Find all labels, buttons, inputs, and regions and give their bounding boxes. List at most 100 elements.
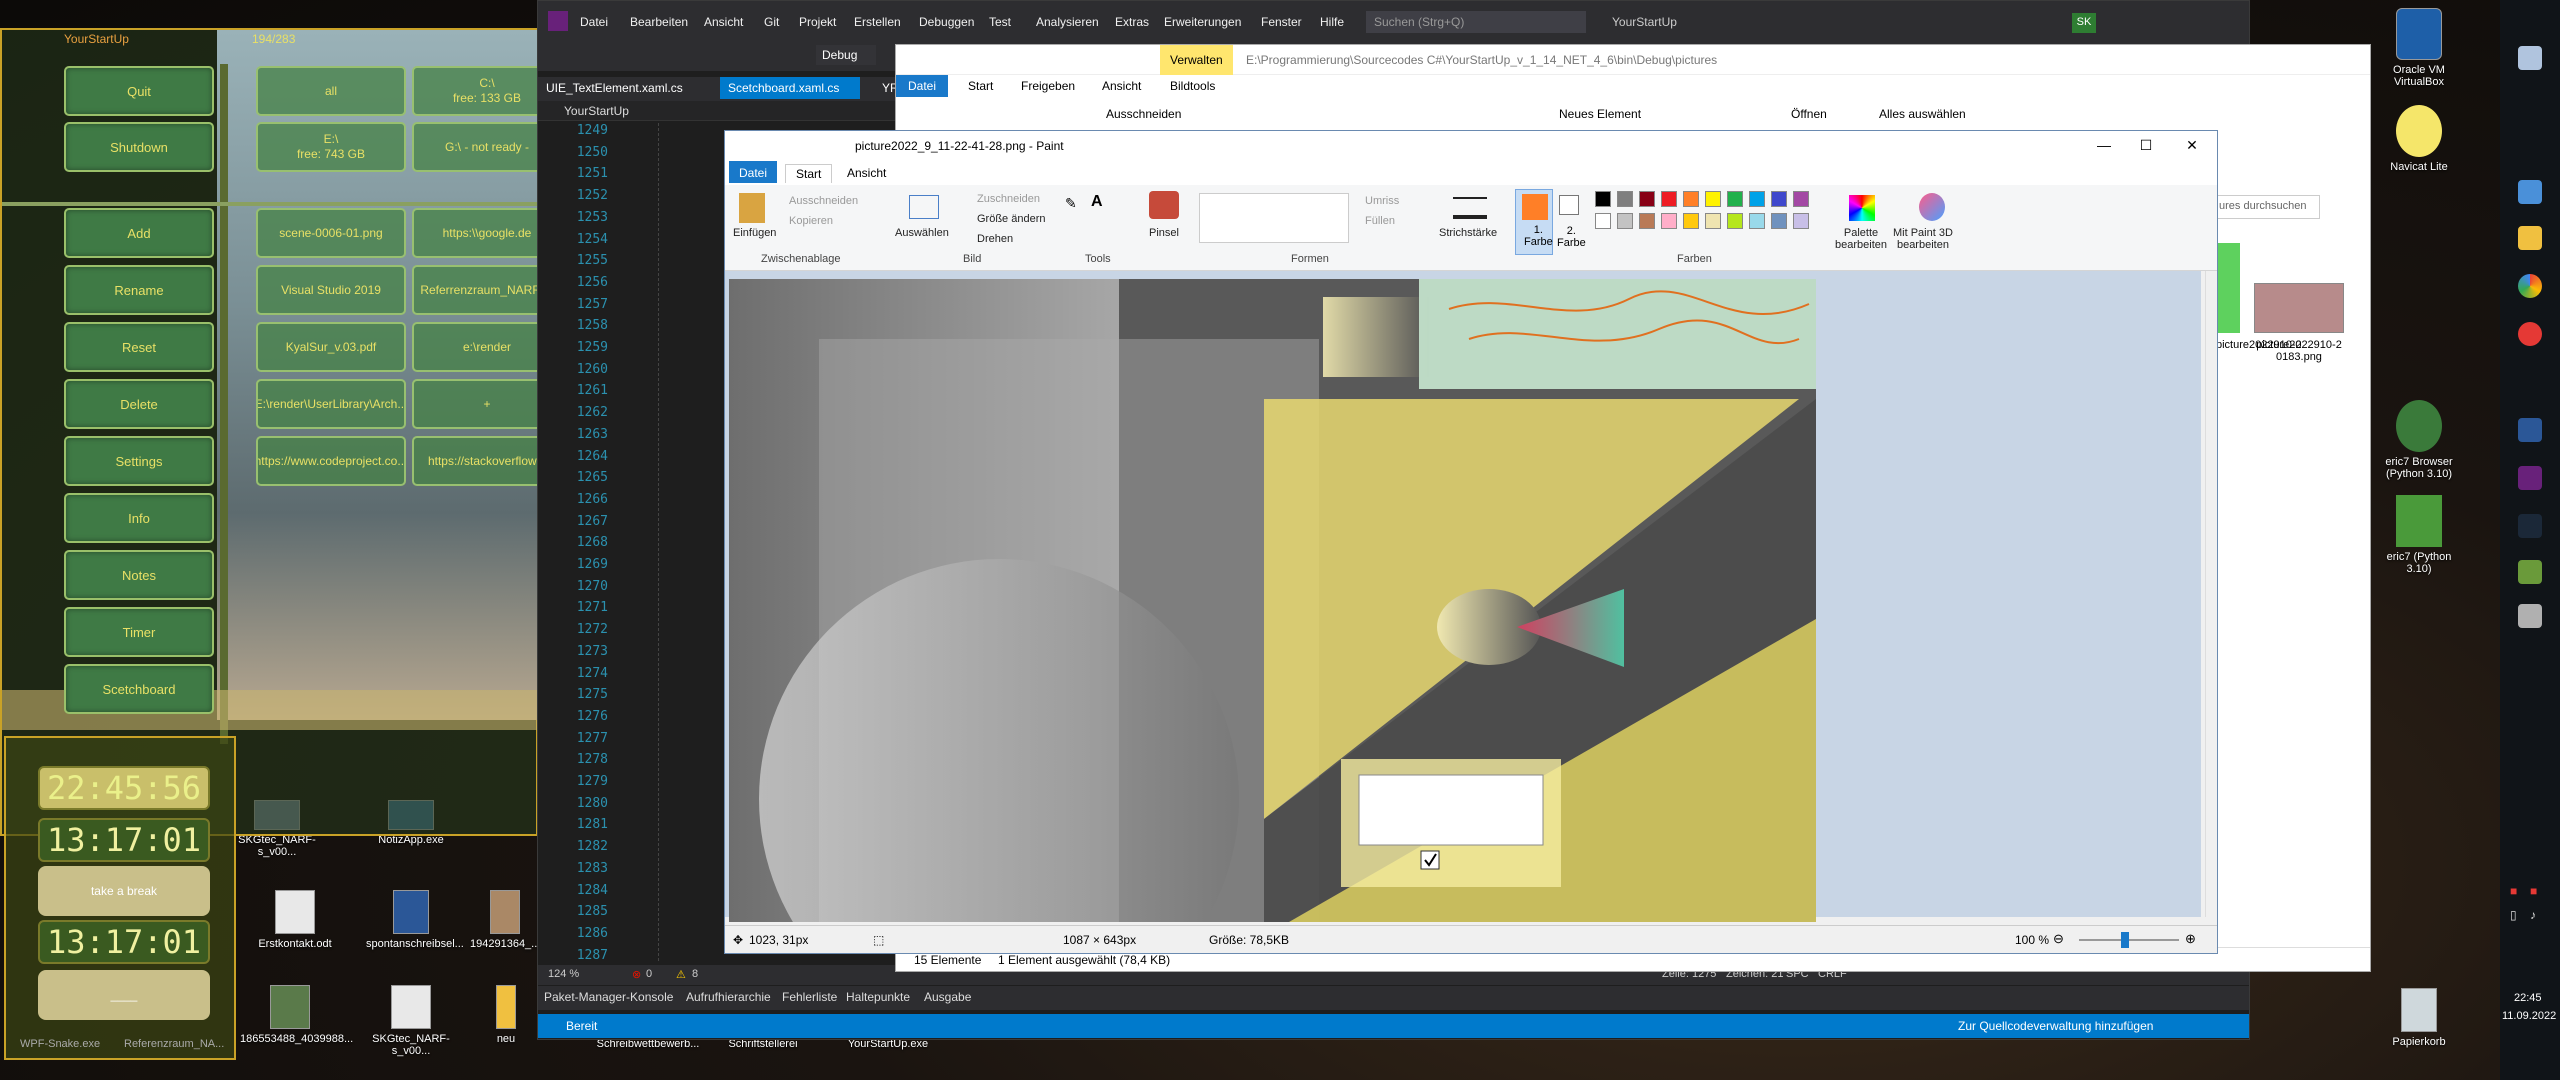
system-tray[interactable]: ■ ■ ▯ ♪ [2508, 880, 2554, 980]
reset-button[interactable]: Reset [64, 322, 214, 372]
desktop-icon-eric-browser[interactable]: eric7 Browser (Python 3.10) [2374, 400, 2464, 480]
palette-swatch[interactable] [1595, 213, 1611, 229]
taskbar-chrome-icon[interactable] [2518, 274, 2542, 298]
tray-volume-icon[interactable]: ♪ [2530, 908, 2536, 922]
color2-swatch[interactable] [1559, 195, 1579, 215]
palette-swatch[interactable] [1771, 213, 1787, 229]
notes-button[interactable]: Notes [64, 550, 214, 600]
take-a-break-button[interactable]: take a break [38, 866, 210, 916]
zoom-slider-thumb[interactable] [2121, 932, 2129, 948]
shortcut-visual-studio[interactable]: Visual Studio 2019 [256, 265, 406, 315]
taskbar-date[interactable]: 11.09.2022 [2502, 1010, 2556, 1022]
text-tool-icon[interactable]: A [1091, 193, 1103, 211]
explorer-context-tab[interactable]: Verwalten [1160, 45, 1233, 75]
desktop-icon-skgtec-2[interactable]: SKGtec_NARF-s_v00... [366, 985, 456, 1057]
taskbar-paint-icon[interactable] [2518, 604, 2542, 628]
source-control-button[interactable]: Zur Quellcodeverwaltung hinzufügen [1958, 1019, 2153, 1033]
palette-swatch[interactable] [1771, 191, 1787, 207]
shortcut-scene-png[interactable]: scene-0006-01.png [256, 208, 406, 258]
taskbar-opera-icon[interactable] [2518, 322, 2542, 346]
desktop-icon-neu[interactable]: neu [486, 985, 526, 1045]
explorer-tab-freigeben[interactable]: Freigeben [1021, 79, 1075, 93]
shortcut-kyalsur-pdf[interactable]: KyalSur_v.03.pdf [256, 322, 406, 372]
palette-swatch[interactable] [1661, 213, 1677, 229]
taskbar-folder-icon[interactable] [2518, 226, 2542, 250]
palette-swatch[interactable] [1617, 191, 1633, 207]
palette-swatch[interactable] [1639, 213, 1655, 229]
fill-button[interactable]: Füllen [1365, 215, 1395, 227]
tab-breakpoints[interactable]: Haltepunkte [846, 990, 910, 1004]
wpf-snake-label[interactable]: WPF-Snake.exe [20, 1038, 100, 1050]
tab-call-hierarchy[interactable]: Aufrufhierarchie [686, 990, 771, 1004]
select-button[interactable]: Auswählen [895, 227, 949, 239]
zoom-level[interactable]: 124 % [548, 968, 579, 980]
palette-swatch[interactable] [1749, 213, 1765, 229]
menu-hilfe[interactable]: Hilfe [1320, 15, 1344, 29]
tab-package-manager[interactable]: Paket-Manager-Konsole [544, 990, 673, 1004]
cut-button[interactable]: Ausschneiden [789, 195, 858, 207]
crop-button[interactable]: Zuschneiden [977, 193, 1040, 205]
copy-button[interactable]: Kopieren [789, 215, 833, 227]
tab-output[interactable]: Ausgabe [924, 990, 971, 1004]
tab-error-list[interactable]: Fehlerliste [782, 990, 837, 1004]
add-button[interactable]: Add [64, 208, 214, 258]
menu-test[interactable]: Test [989, 15, 1011, 29]
taskbar-vs-icon[interactable] [2518, 466, 2542, 490]
resize-button[interactable]: Größe ändern [977, 213, 1045, 225]
maximize-icon[interactable]: ☐ [2131, 137, 2161, 154]
rename-button[interactable]: Rename [64, 265, 214, 315]
nav-scope[interactable]: YourStartUp [564, 104, 629, 118]
thumb-selected-image[interactable] [2254, 283, 2344, 333]
settings-button[interactable]: Settings [64, 436, 214, 486]
explorer-tab-start[interactable]: Start [968, 79, 993, 93]
tab-uie-textelement[interactable]: UIE_TextElement.xaml.cs [538, 77, 691, 99]
desktop-icon-image-194[interactable]: 194291364_... [470, 890, 540, 950]
shortcut-all[interactable]: all [256, 66, 406, 116]
stroke-size-button[interactable]: Strichstärke [1439, 227, 1497, 239]
color1-selector[interactable]: 1. Farbe [1515, 189, 1553, 255]
taskbar-time[interactable]: 22:45 [2514, 992, 2542, 1004]
explorer-tab-datei[interactable]: Datei [896, 75, 948, 97]
menu-extras[interactable]: Extras [1115, 15, 1149, 29]
desktop-icon-spontanschreib[interactable]: spontanschreibsel... [366, 890, 464, 950]
taskbar-steam-icon[interactable] [2518, 514, 2542, 538]
rotate-button[interactable]: Drehen [977, 233, 1013, 245]
shortcut-drive-e[interactable]: E:\ free: 743 GB [256, 122, 406, 172]
explorer-cut[interactable]: Ausschneiden [1106, 107, 1181, 121]
desktop-icon-virtualbox[interactable]: Oracle VM VirtualBox [2374, 8, 2464, 88]
palette-swatch[interactable] [1617, 213, 1633, 229]
taskbar-word-icon[interactable] [2518, 418, 2542, 442]
menu-bearbeiten[interactable]: Bearbeiten [630, 15, 688, 29]
desktop-icon-image-186[interactable]: 186553488_4039988... [240, 985, 353, 1045]
minimize-icon[interactable]: — [2089, 137, 2119, 153]
shortcut-codeproject[interactable]: https://www.codeproject.co... [256, 436, 406, 486]
desktop-icon-navicat[interactable]: Navicat Lite [2374, 105, 2464, 173]
palette-swatch[interactable] [1705, 191, 1721, 207]
shapes-gallery[interactable] [1199, 193, 1349, 243]
info-button[interactable]: Info [64, 493, 214, 543]
error-count[interactable]: 0 [646, 968, 652, 980]
palette-swatch[interactable] [1727, 191, 1743, 207]
zoom-in-icon[interactable]: ⊕ [2185, 931, 2196, 947]
desktop-icon-recycle-bin[interactable]: Papierkorb [2374, 988, 2464, 1048]
taskbar-explorer-icon[interactable] [2518, 46, 2542, 70]
palette-swatch[interactable] [1793, 191, 1809, 207]
shortcut-userlibrary[interactable]: E:\render\UserLibrary\Arch... [256, 379, 406, 429]
menu-datei[interactable]: Datei [580, 15, 608, 29]
menu-erweiterungen[interactable]: Erweiterungen [1164, 15, 1241, 29]
menu-fenster[interactable]: Fenster [1261, 15, 1302, 29]
paint-tab-ansicht[interactable]: Ansicht [837, 164, 896, 182]
edit-palette-button[interactable]: Palette bearbeiten [1835, 227, 1887, 251]
menu-ansicht[interactable]: Ansicht [704, 15, 743, 29]
tray-network-icon[interactable]: ▯ [2510, 908, 2517, 922]
menu-analysieren[interactable]: Analysieren [1036, 15, 1099, 29]
drawing-canvas[interactable] [729, 279, 1816, 922]
tray-icon-1[interactable]: ■ [2510, 884, 2517, 898]
user-avatar[interactable]: SK [2072, 13, 2096, 33]
vs-search-input[interactable]: Suchen (Strg+Q) [1366, 11, 1586, 33]
timer-button[interactable]: Timer [64, 607, 214, 657]
quit-button[interactable]: Quit [64, 66, 214, 116]
tray-icon-2[interactable]: ■ [2530, 884, 2537, 898]
explorer-select-all[interactable]: Alles auswählen [1879, 107, 1966, 121]
delete-button[interactable]: Delete [64, 379, 214, 429]
